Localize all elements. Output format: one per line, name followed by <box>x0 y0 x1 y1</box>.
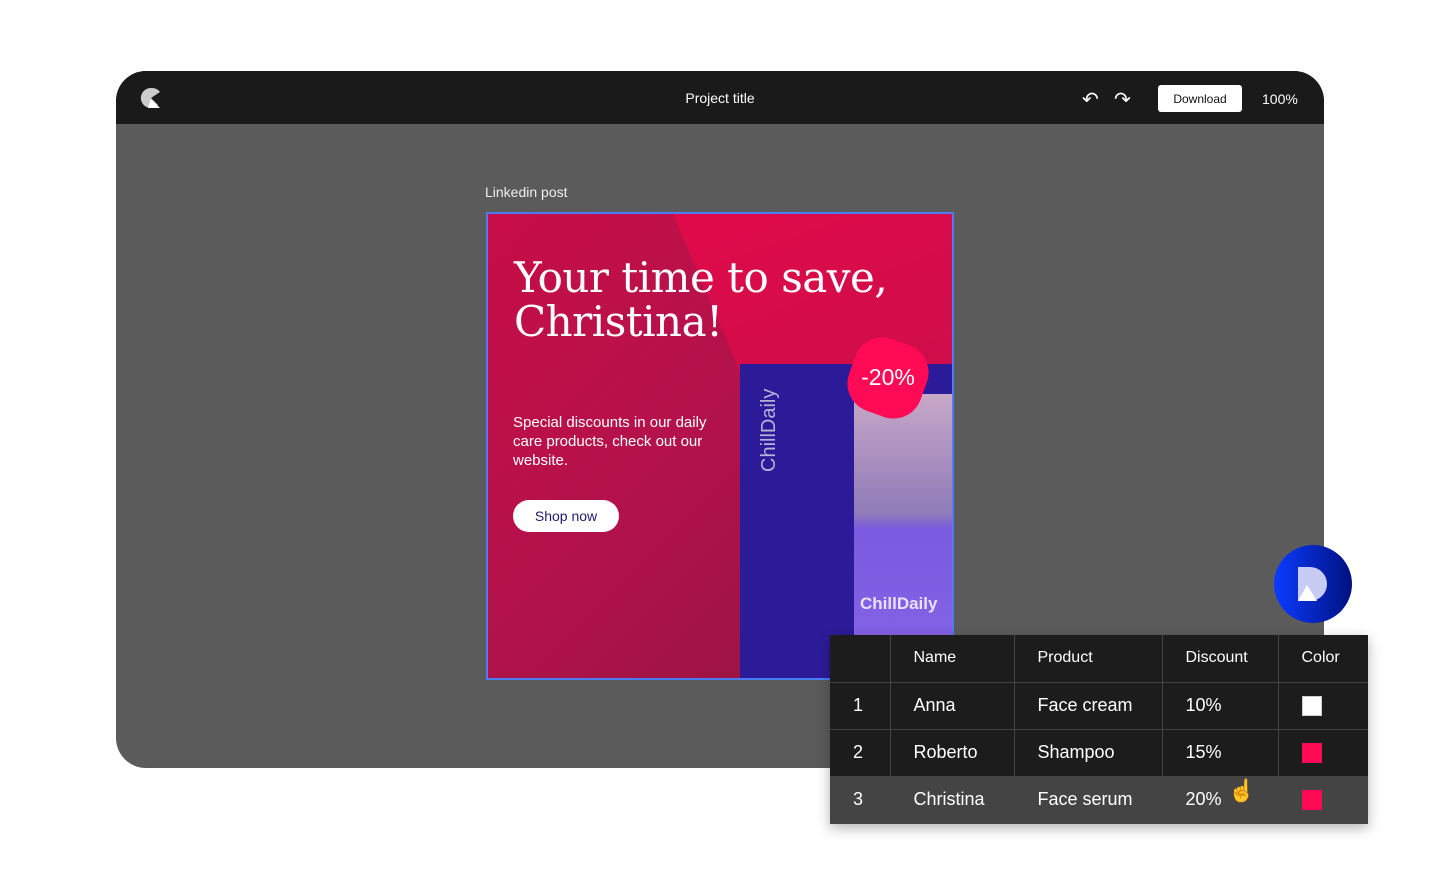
top-bar: Project title ↶ ↷ Download 100% <box>116 71 1324 124</box>
data-table: Name Product Discount Color 1 Anna Face … <box>830 635 1368 824</box>
color-swatch[interactable] <box>1301 743 1322 764</box>
d-logo-icon <box>1298 567 1327 601</box>
column-header-discount[interactable]: Discount <box>1162 635 1279 683</box>
download-button[interactable]: Download <box>1158 85 1242 112</box>
box-brand-text: ChillDaily <box>758 388 780 472</box>
cell-name[interactable]: Christina <box>890 776 1015 824</box>
app-avatar-button[interactable] <box>1274 545 1352 623</box>
cell-product[interactable]: Face serum <box>1014 776 1163 824</box>
cell-product[interactable]: Face cream <box>1014 682 1163 730</box>
zoom-level[interactable]: 100% <box>1262 91 1298 107</box>
headline-line-2: Christina! <box>514 297 723 346</box>
cell-discount[interactable]: 20% <box>1162 776 1279 824</box>
table-row-selected[interactable]: 3 Christina Face serum 20% <box>830 776 1368 824</box>
column-header-color[interactable]: Color <box>1278 635 1368 683</box>
frame-label: Linkedin post <box>485 184 568 200</box>
body-text: Special discounts in our daily care prod… <box>513 414 707 469</box>
redo-icon[interactable]: ↷ <box>1114 87 1131 112</box>
shop-now-button[interactable]: Shop now <box>513 500 619 532</box>
cell-color[interactable] <box>1278 682 1368 730</box>
row-index: 2 <box>830 729 891 777</box>
table-row[interactable]: 1 Anna Face cream 10% <box>830 682 1368 730</box>
color-swatch[interactable] <box>1301 790 1322 811</box>
linkedin-post-frame[interactable]: Your time to save, Christina! Special dis… <box>486 212 954 680</box>
table-header-row: Name Product Discount Color <box>830 635 1368 683</box>
cell-name[interactable]: Anna <box>890 682 1015 730</box>
color-swatch[interactable] <box>1301 696 1322 717</box>
cell-name[interactable]: Roberto <box>890 729 1015 777</box>
undo-icon[interactable]: ↶ <box>1082 87 1099 112</box>
column-header-index <box>830 635 891 683</box>
cell-discount[interactable]: 10% <box>1162 682 1279 730</box>
table-row[interactable]: 2 Roberto Shampoo 15% <box>830 729 1368 777</box>
cell-product[interactable]: Shampoo <box>1014 729 1163 777</box>
discount-badge-text: -20% <box>861 364 915 390</box>
cell-color[interactable] <box>1278 776 1368 824</box>
row-index: 1 <box>830 682 891 730</box>
headline: Your time to save, Christina! <box>514 253 888 346</box>
project-title[interactable]: Project title <box>116 90 1324 106</box>
cell-discount[interactable]: 15% <box>1162 729 1279 777</box>
column-header-product[interactable]: Product <box>1014 635 1163 683</box>
row-index: 3 <box>830 776 891 824</box>
bottle-brand-text: ChillDaily <box>860 594 938 613</box>
headline-line-1: Your time to save, <box>514 253 888 302</box>
cell-color[interactable] <box>1278 729 1368 777</box>
hand-cursor-icon: ☝ <box>1228 778 1256 803</box>
column-header-name[interactable]: Name <box>890 635 1015 683</box>
